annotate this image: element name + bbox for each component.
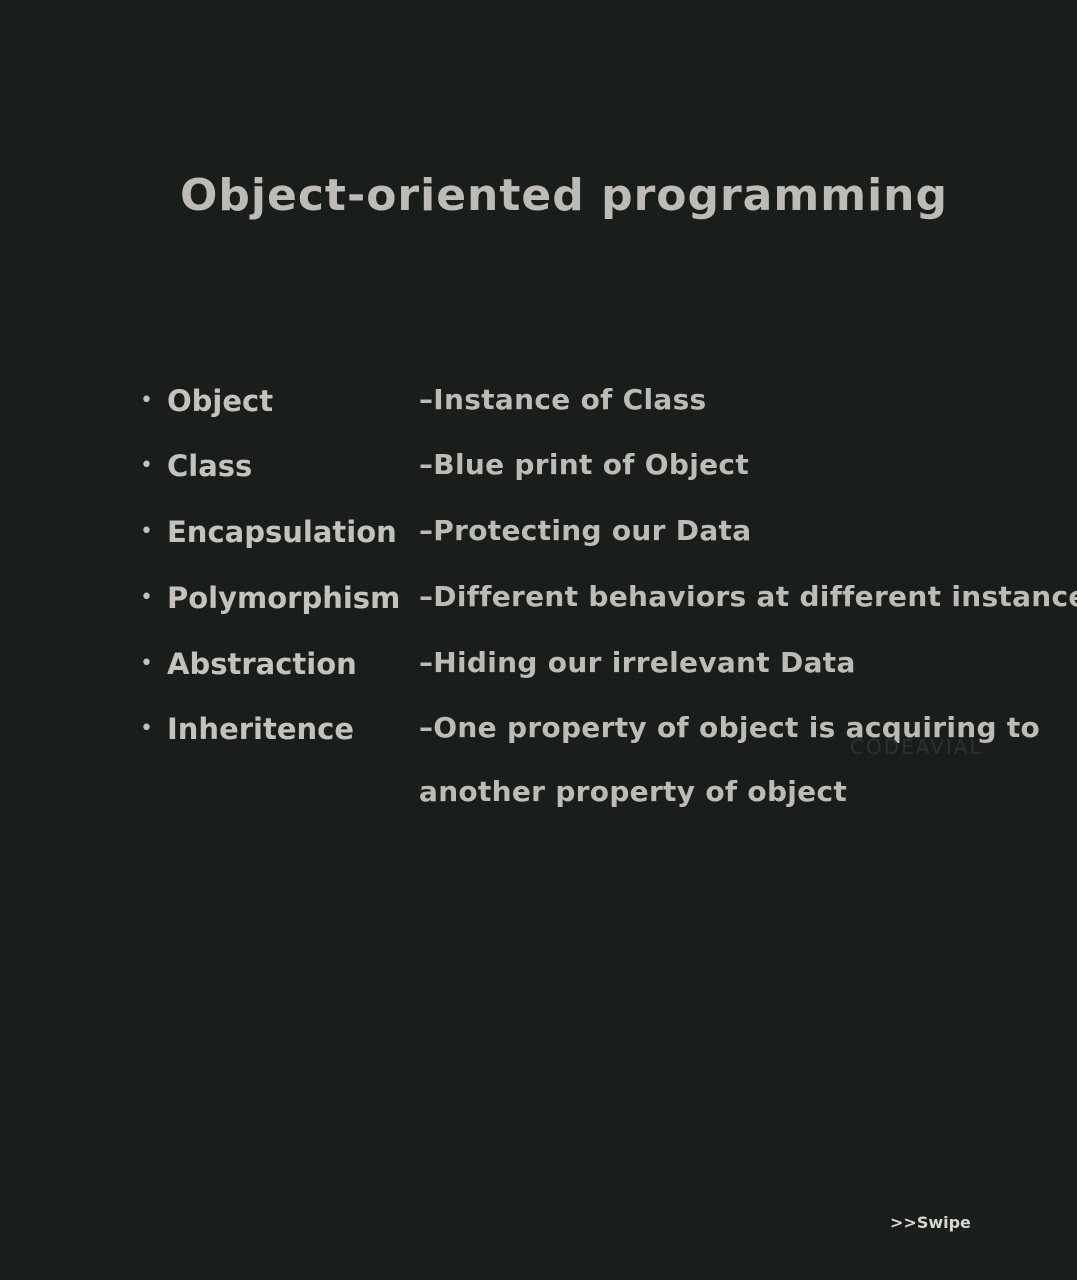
term-label: Polymorphism [167,581,401,615]
term-description-continuation: another property of object [419,775,848,808]
bullet: • [140,388,153,413]
term-description: –Instance of Class [419,383,707,416]
page-title: Object-oriented programming [180,170,948,221]
bullet: • [140,651,153,676]
term-label: Encapsulation [167,515,397,549]
bullet: • [140,585,153,610]
list-item: • Polymorphism –Different behaviors at d… [140,577,1077,625]
bullet: • [140,519,153,544]
description-continuation-row: another property of object [140,772,1040,820]
term-description: –Protecting our Data [419,514,752,547]
term-label: Abstraction [167,647,357,681]
bullet: • [140,453,153,478]
watermark: CODEAVIAL [850,735,983,759]
term-description: –Hiding our irrelevant Data [419,646,856,679]
swipe-hint: >>Swipe [890,1213,971,1232]
term-label: Class [167,449,253,483]
term-description: –Blue print of Object [419,448,750,481]
list-item: • Abstraction –Hiding our irrelevant Dat… [140,643,1040,691]
term-label: Object [167,384,274,418]
bullet: • [140,716,153,741]
term-description: –Different behaviors at different instan… [419,580,1077,613]
list-item: • Encapsulation –Protecting our Data [140,511,1040,559]
list-item: • Class –Blue print of Object [140,445,1040,493]
list-item: • Object –Instance of Class [140,380,1040,428]
term-label: Inheritence [167,712,355,746]
